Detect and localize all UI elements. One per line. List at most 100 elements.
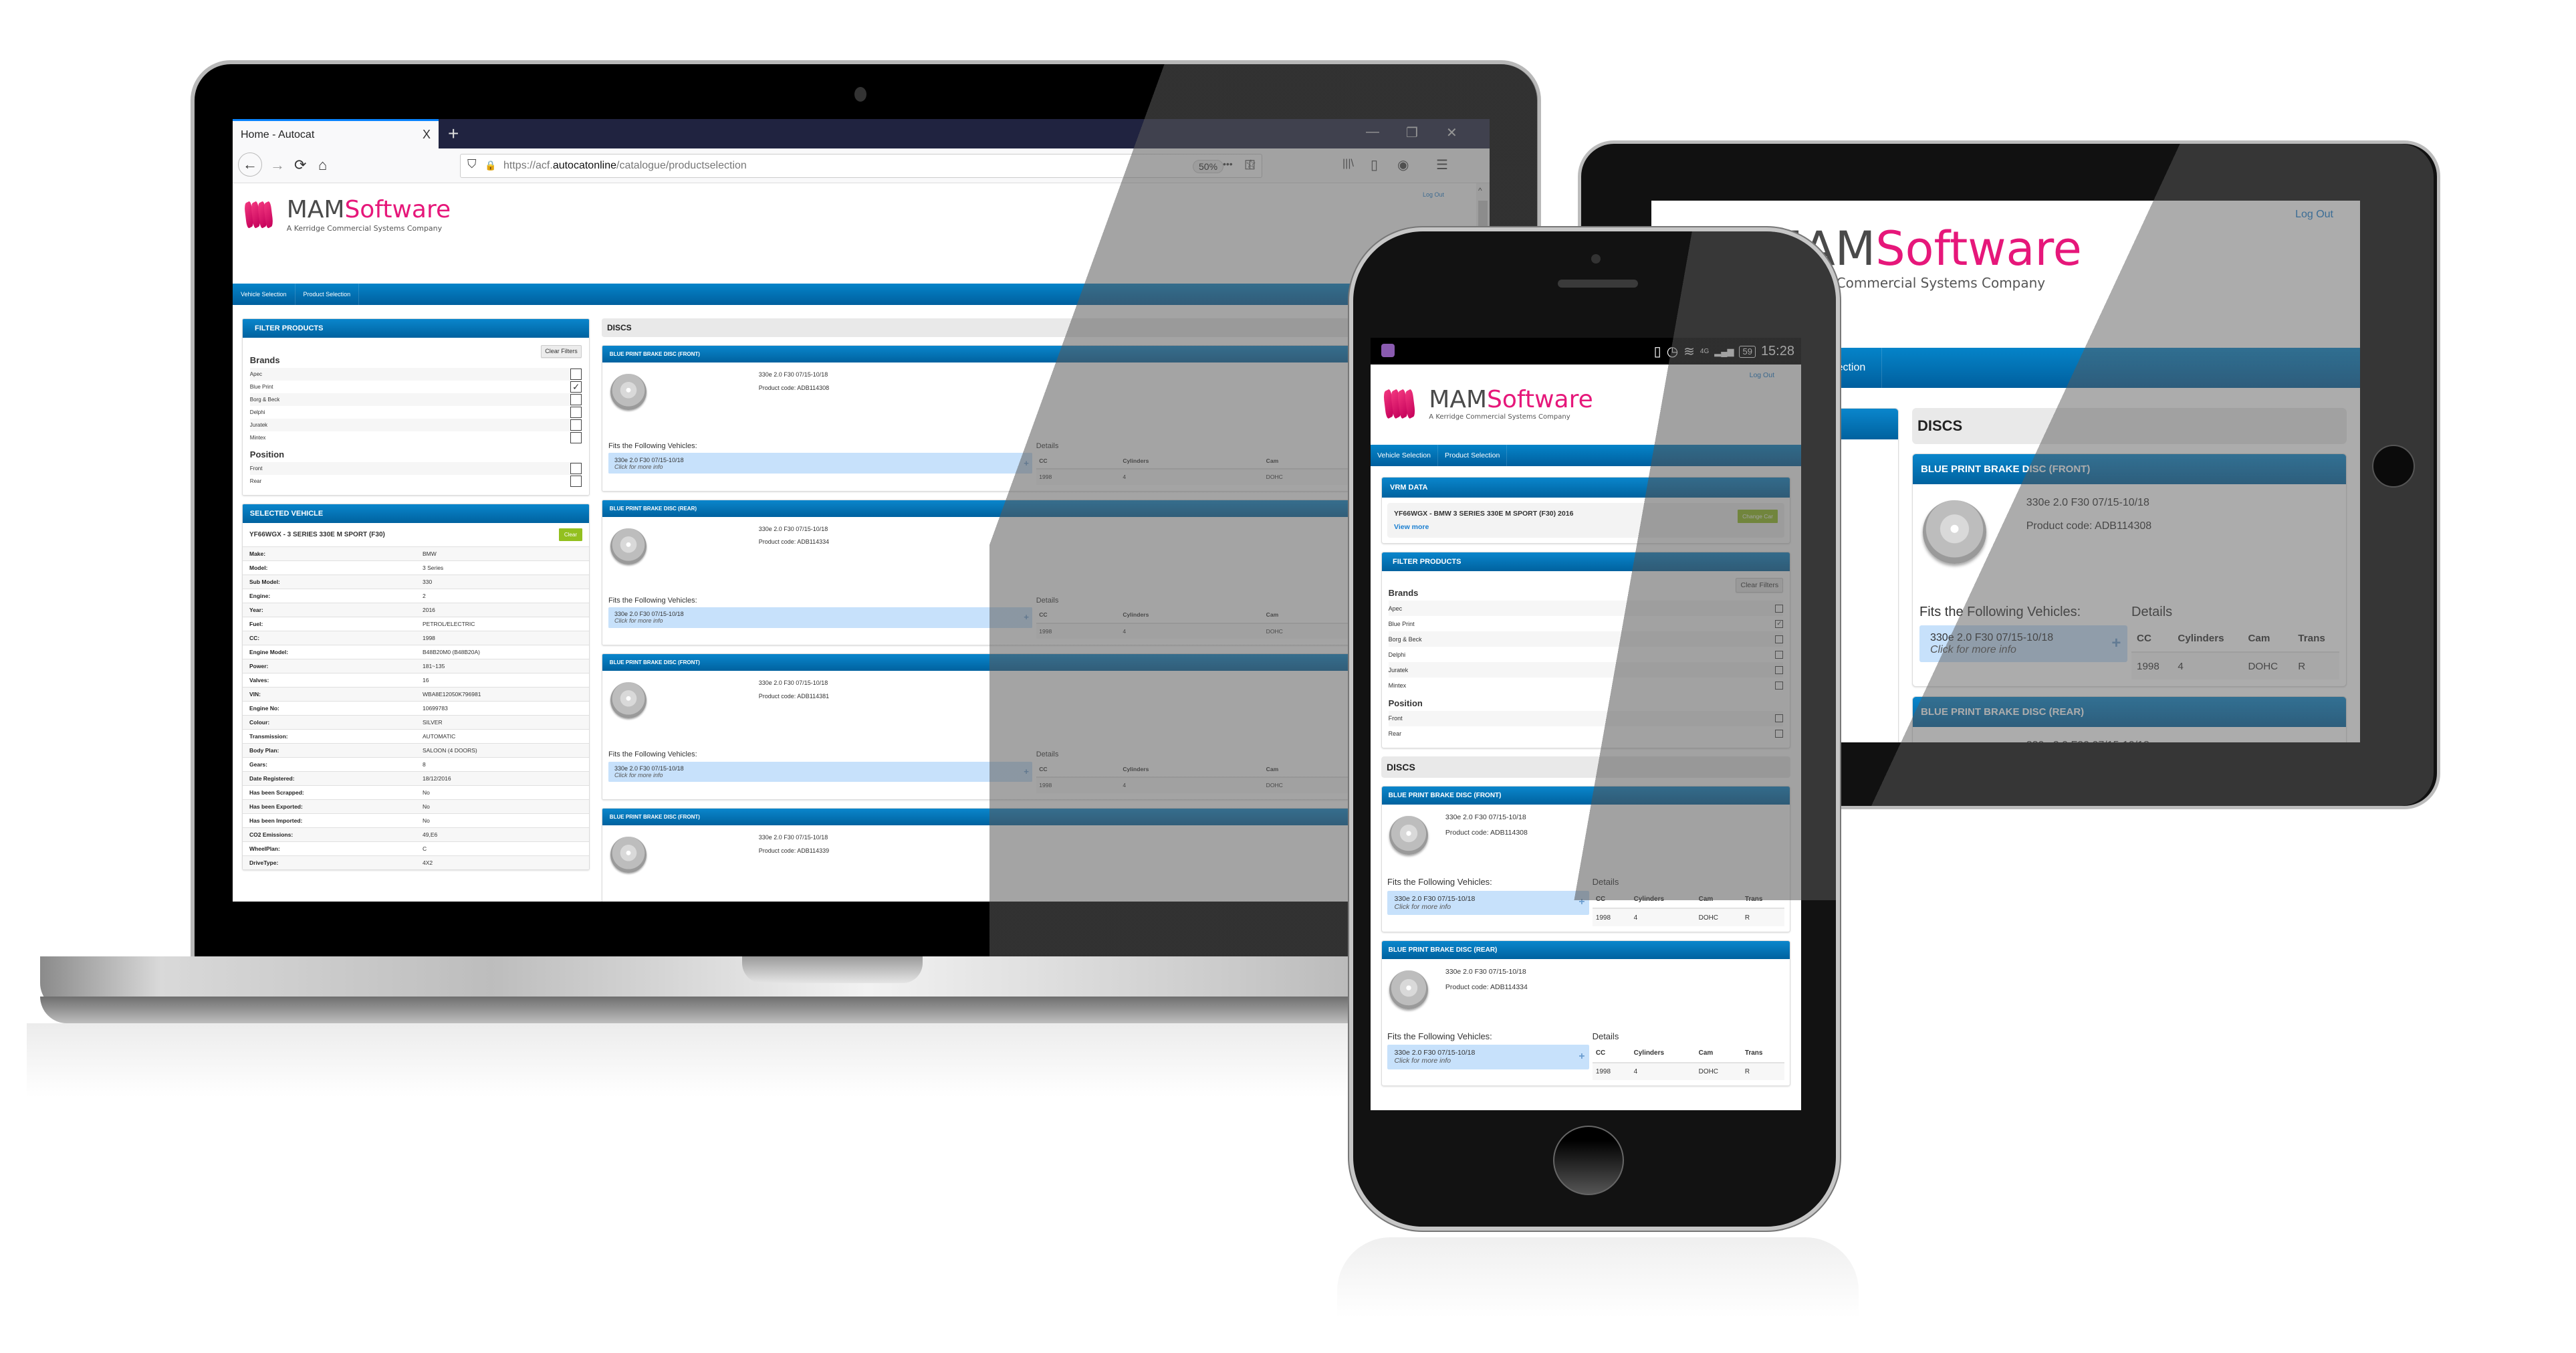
position-filter-row[interactable]: Front: [249, 461, 582, 475]
product-title[interactable]: BLUE PRINT BRAKE DISC (REAR): [1913, 696, 2346, 727]
details-cell: 1998: [1036, 622, 1120, 639]
shield-icon[interactable]: ⛉: [467, 157, 477, 171]
product-title[interactable]: BLUE PRINT BRAKE DISC (FRONT): [602, 346, 1466, 362]
fits-vehicle-box[interactable]: 330e 2.0 F30 07/15-10/18 Click for more i…: [1387, 890, 1589, 916]
brand-filter-row[interactable]: Juratek: [1388, 662, 1784, 678]
position-checkbox[interactable]: [570, 462, 582, 474]
expand-plus-icon[interactable]: +: [1578, 1051, 1585, 1063]
tab-close-icon[interactable]: X: [423, 128, 431, 142]
brand-checkbox[interactable]: [570, 407, 582, 419]
brake-disc-image[interactable]: [1389, 816, 1428, 855]
brand-checkbox[interactable]: [570, 419, 582, 431]
close-window-icon[interactable]: ✕: [1446, 124, 1457, 141]
brake-disc-image[interactable]: [1389, 970, 1428, 1009]
brand-filter-row[interactable]: Blue Print ✓: [1389, 616, 1784, 631]
expand-plus-icon[interactable]: +: [2111, 634, 2121, 653]
brand-filter-row[interactable]: Mintex: [1389, 678, 1784, 693]
vehicle-detail-key: WheelPlan:: [243, 841, 416, 856]
details-cell: 4: [1630, 1061, 1695, 1081]
logo-software-text: Software: [344, 196, 451, 224]
fits-vehicle-box[interactable]: 330e 2.0 F30 07/15-10/18 Click for more i…: [1387, 1045, 1589, 1069]
brand-filter-row[interactable]: Blue Print ✓: [250, 381, 582, 393]
expand-plus-icon[interactable]: +: [1024, 458, 1029, 468]
product-title[interactable]: BLUE PRINT BRAKE DISC (REAR): [602, 500, 1466, 517]
expand-plus-icon[interactable]: +: [1024, 766, 1029, 776]
fits-vehicle-box[interactable]: 330e 2.0 F30 07/15-10/18 Click for more i…: [608, 607, 1033, 628]
browser-tab[interactable]: Home - Autocat X: [233, 119, 439, 148]
new-tab-button[interactable]: +: [448, 123, 459, 144]
brand-checkbox[interactable]: [1775, 665, 1784, 674]
reload-icon[interactable]: ⟳: [294, 157, 306, 174]
more-icon[interactable]: •••: [1223, 159, 1233, 169]
details-col-cc: CC: [1039, 457, 1048, 464]
brake-disc-image[interactable]: [610, 682, 647, 719]
scroll-up-icon[interactable]: ^: [1478, 186, 1482, 195]
forward-arrow-icon[interactable]: →: [270, 157, 285, 174]
brand-filter-row[interactable]: Mintex: [250, 431, 582, 444]
brake-disc-image[interactable]: [610, 374, 647, 411]
brand-filter-row[interactable]: Delphi: [250, 406, 582, 419]
brand-checkbox[interactable]: [570, 394, 582, 406]
phone-home-button[interactable]: [1553, 1126, 1624, 1195]
position-checkbox[interactable]: [1775, 714, 1784, 723]
brand-checkbox[interactable]: ✓: [1775, 619, 1784, 628]
position-filter-row[interactable]: Rear: [250, 475, 582, 488]
clear-filters-button[interactable]: Clear Filters: [1736, 577, 1784, 593]
brand-filter-row[interactable]: Borg & Beck: [1388, 631, 1784, 647]
fits-vehicle-box[interactable]: 330e 2.0 F30 07/15-10/18 Click for more i…: [1919, 625, 2127, 663]
product-title[interactable]: BLUE PRINT BRAKE DISC (REAR): [1382, 940, 1790, 959]
brand-checkbox[interactable]: [1775, 604, 1784, 613]
product-title[interactable]: BLUE PRINT BRAKE DISC (FRONT): [602, 808, 1466, 825]
nav-item-vehicle-selection[interactable]: Vehicle Selection: [233, 284, 296, 305]
position-checkbox[interactable]: [1775, 730, 1784, 738]
logout-link[interactable]: Log Out: [1423, 191, 1444, 198]
nav-item-product-selection[interactable]: Product Selection: [1438, 445, 1508, 466]
brand-checkbox[interactable]: ✓: [570, 381, 582, 393]
minimize-icon[interactable]: —: [1366, 124, 1379, 140]
clear-filters-button[interactable]: Clear Filters: [540, 344, 582, 358]
brand-filter-row[interactable]: Juratek: [249, 419, 582, 432]
fits-vehicle-box[interactable]: 330e 2.0 F30 07/15-10/18 Click for more i…: [608, 761, 1033, 783]
brand-checkbox[interactable]: [1775, 681, 1784, 690]
lock-icon[interactable]: 🔒: [485, 160, 496, 171]
brake-disc-image[interactable]: [610, 528, 647, 564]
brand-filter-row[interactable]: Delphi: [1389, 647, 1784, 662]
tablet-home-button[interactable]: [2372, 445, 2415, 488]
sidebar-icon[interactable]: ▯: [1371, 157, 1378, 173]
brake-disc-image[interactable]: [610, 836, 647, 873]
position-filter-row[interactable]: Rear: [1389, 726, 1784, 742]
position-checkbox[interactable]: [570, 475, 582, 487]
zoom-level-badge[interactable]: 50%: [1193, 160, 1224, 173]
position-filter-row[interactable]: Front: [1388, 710, 1784, 726]
fits-vehicle-box[interactable]: 330e 2.0 F30 07/15-10/18 Click for more i…: [608, 453, 1033, 474]
brand-checkbox[interactable]: [1775, 635, 1784, 643]
nav-item-vehicle-selection[interactable]: Vehicle Selection: [1371, 445, 1438, 466]
logout-link[interactable]: Log Out: [2295, 209, 2333, 221]
brand-label: Borg & Beck: [1388, 635, 1422, 643]
restore-icon[interactable]: ❐: [1406, 124, 1418, 141]
product-title[interactable]: BLUE PRINT BRAKE DISC (FRONT): [602, 654, 1466, 671]
account-icon[interactable]: ◉: [1397, 157, 1409, 173]
brand-checkbox[interactable]: [1775, 650, 1784, 659]
nav-item-product-selection[interactable]: Product Selection: [296, 284, 360, 305]
logout-link[interactable]: Log Out: [1750, 371, 1774, 379]
back-arrow-icon[interactable]: ←: [238, 152, 262, 177]
brake-disc-image[interactable]: [1922, 500, 1986, 564]
brand-checkbox[interactable]: [570, 369, 582, 381]
brand-filter-row[interactable]: Apec: [249, 368, 582, 381]
star-icon[interactable]: ☆: [1246, 157, 1256, 171]
brand-filter-row[interactable]: Borg & Beck: [249, 393, 582, 407]
hamburger-menu-icon[interactable]: ☰: [1436, 157, 1448, 173]
library-icon[interactable]: |||\: [1342, 158, 1354, 170]
product-title[interactable]: BLUE PRINT BRAKE DISC (FRONT): [1382, 787, 1790, 805]
change-car-button[interactable]: Change Car: [1738, 510, 1778, 523]
home-icon[interactable]: ⌂: [318, 157, 327, 174]
expand-plus-icon[interactable]: +: [1578, 896, 1585, 908]
brand-filter-row[interactable]: Apec: [1388, 601, 1784, 617]
clear-vehicle-button[interactable]: Clear: [558, 528, 582, 541]
product-title[interactable]: BLUE PRINT BRAKE DISC (FRONT): [1913, 454, 2346, 484]
view-more-link[interactable]: View more: [1394, 523, 1429, 531]
url-bar[interactable]: ⛉ 🔒 https://acf.autocatonline/catalogue/…: [460, 154, 1262, 178]
brand-checkbox[interactable]: [570, 432, 582, 444]
expand-plus-icon[interactable]: +: [1024, 612, 1029, 622]
